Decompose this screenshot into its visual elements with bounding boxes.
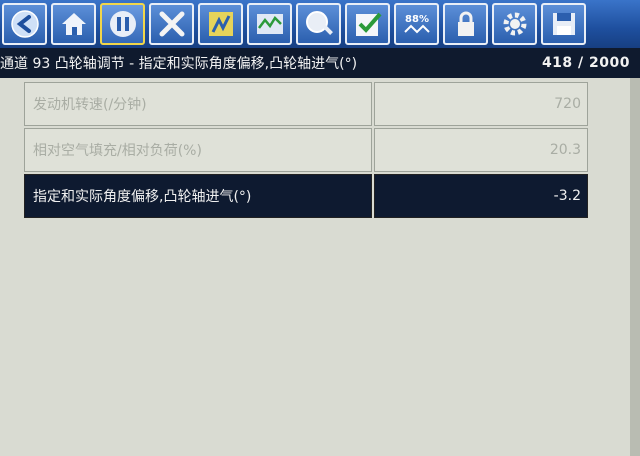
- home-button[interactable]: [51, 3, 96, 45]
- save-icon: [552, 13, 575, 35]
- close-button[interactable]: [149, 3, 194, 45]
- row-label: 指定和实际角度偏移,凸轮轴进气(°): [24, 174, 372, 218]
- graph-list-button[interactable]: [198, 3, 243, 45]
- save-button[interactable]: [541, 3, 586, 45]
- zoom-percent-icon: 88%: [403, 14, 430, 34]
- check-button[interactable]: [345, 3, 390, 45]
- waveform-icon: [256, 14, 283, 34]
- pause-button[interactable]: [100, 3, 145, 45]
- lock-icon: [457, 11, 474, 36]
- waveform-button[interactable]: [247, 3, 292, 45]
- home-icon: [61, 13, 86, 35]
- table-row[interactable]: 相对空气填充/相对负荷(%) 20.3: [24, 128, 588, 172]
- zoom-percent-button[interactable]: 88%: [394, 3, 439, 45]
- row-label: 发动机转速(/分钟): [24, 82, 372, 126]
- toolbar: 88%: [0, 0, 640, 48]
- back-button[interactable]: [2, 3, 47, 45]
- back-icon: [10, 10, 39, 38]
- gear-icon: [503, 12, 526, 36]
- pause-icon: [109, 11, 136, 37]
- row-value: 720: [374, 82, 588, 126]
- lock-button[interactable]: [443, 3, 488, 45]
- table-row-selected[interactable]: 指定和实际角度偏移,凸轮轴进气(°) -3.2: [24, 174, 588, 218]
- close-icon: [159, 11, 184, 37]
- zoom-icon: [305, 11, 333, 35]
- page-title: 通道 93 凸轮轴调节 - 指定和实际角度偏移,凸轮轴进气(°): [0, 56, 358, 72]
- frame-counter: 418 / 2000: [541, 55, 630, 71]
- zoom-button[interactable]: [296, 3, 341, 45]
- graph-list-icon: [208, 12, 233, 36]
- svg-text:88%: 88%: [405, 14, 429, 25]
- check-icon: [355, 12, 382, 36]
- row-value: 20.3: [374, 128, 588, 172]
- row-label: 相对空气填充/相对负荷(%): [24, 128, 372, 172]
- data-table: 发动机转速(/分钟) 720 相对空气填充/相对负荷(%) 20.3 指定和实际…: [24, 82, 588, 220]
- title-bar: 通道 93 凸轮轴调节 - 指定和实际角度偏移,凸轮轴进气(°) 418 / 2…: [0, 48, 640, 78]
- table-row[interactable]: 发动机转速(/分钟) 720: [24, 82, 588, 126]
- settings-button[interactable]: [492, 3, 537, 45]
- scrollbar[interactable]: [630, 78, 640, 456]
- row-value: -3.2: [374, 174, 588, 218]
